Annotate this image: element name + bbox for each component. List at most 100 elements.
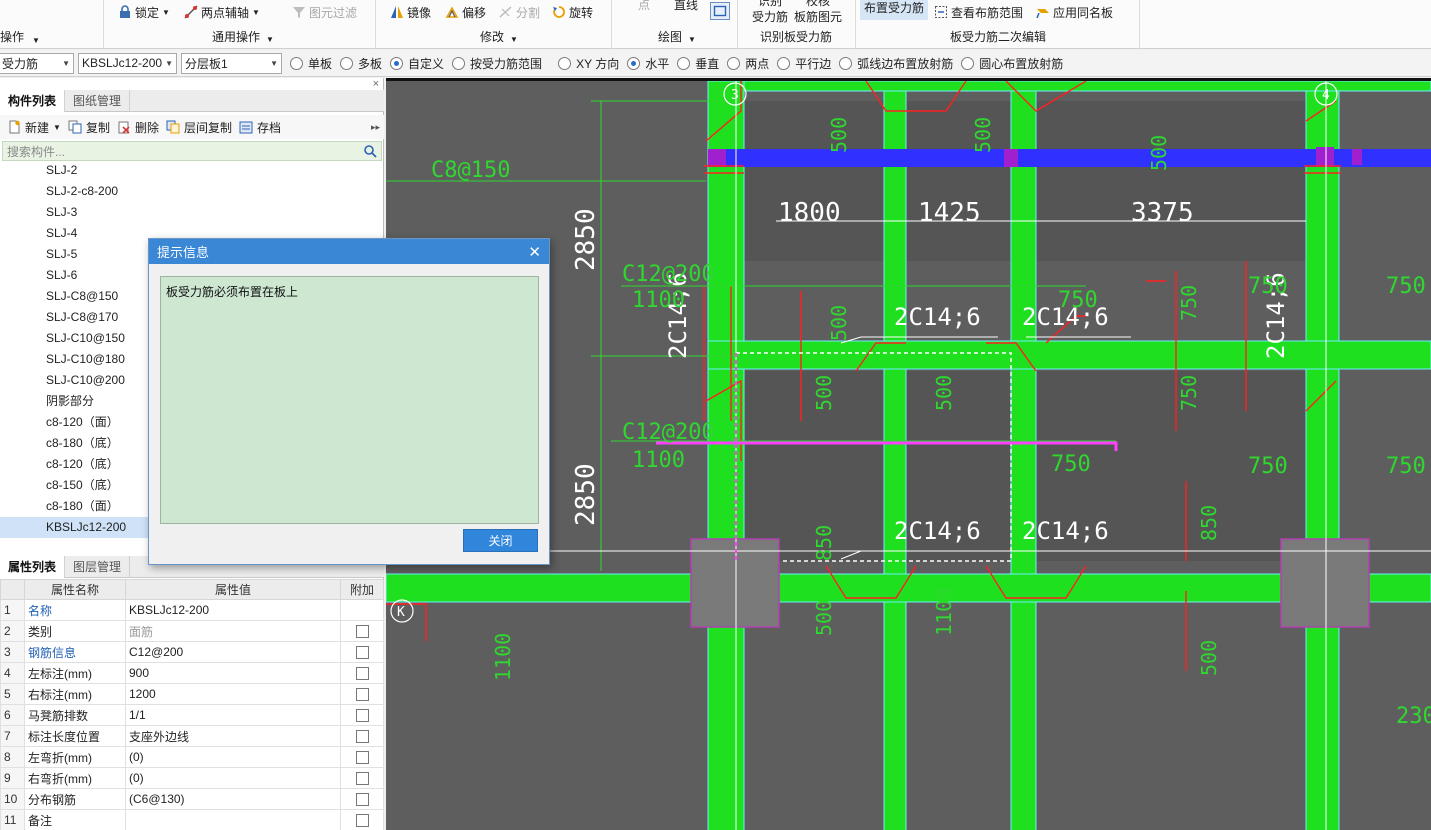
- dialog-close-button[interactable]: 关闭: [463, 529, 538, 552]
- prop-name: 左标注(mm): [24, 662, 126, 684]
- radio-circle[interactable]: [340, 56, 354, 70]
- extra-checkbox[interactable]: [355, 793, 369, 807]
- floor-copy-button[interactable]: 层间复制: [166, 119, 232, 136]
- radio-circle[interactable]: [452, 56, 466, 70]
- prop-value[interactable]: C12@200: [125, 641, 341, 663]
- ribbon-group-general: 锁定 ▼ 两点辅轴 ▼ 图元过滤 通用操作 ▼: [104, 0, 376, 49]
- identify-rebar-button[interactable]: 识别 受力筋: [752, 0, 788, 31]
- row-index: 5: [0, 683, 25, 705]
- split-button[interactable]: 分割: [499, 2, 540, 22]
- radio-circle[interactable]: [727, 56, 741, 70]
- prop-value[interactable]: 900: [125, 662, 341, 684]
- table-row[interactable]: 5 右标注(mm) 1200: [0, 683, 384, 705]
- prop-value[interactable]: 1/1: [125, 704, 341, 726]
- extra-checkbox[interactable]: [355, 709, 369, 723]
- radio-option[interactable]: 单板: [290, 55, 332, 72]
- radio-option[interactable]: 圆心布置放射筋: [961, 55, 1063, 72]
- draw-line-button[interactable]: 直线: [674, 0, 698, 14]
- prop-value[interactable]: [125, 809, 341, 830]
- props-table: 属性名称 属性值 附加 1 名称 KBSLJc12-200 2 类别 面筋 3 钢筋信息 C12…: [0, 579, 384, 830]
- mirror-button[interactable]: 镜像: [390, 2, 431, 22]
- prop-value[interactable]: KBSLJc12-200: [125, 599, 341, 621]
- prop-value[interactable]: (0): [125, 746, 341, 768]
- archive-button[interactable]: 存档: [239, 119, 281, 136]
- canvas-label: 750: [1386, 454, 1426, 479]
- radio-option[interactable]: 两点: [727, 55, 769, 72]
- extra-checkbox[interactable]: [355, 814, 369, 828]
- extra-checkbox[interactable]: [355, 646, 369, 660]
- draw-point-button[interactable]: 点: [638, 0, 650, 14]
- table-row[interactable]: 3 钢筋信息 C12@200: [0, 641, 384, 663]
- view-range-button[interactable]: 查看布筋范围: [934, 2, 1023, 22]
- radio-option[interactable]: 自定义: [390, 55, 444, 72]
- tab-props-list[interactable]: 属性列表: [0, 556, 66, 578]
- search-icon[interactable]: [363, 144, 377, 158]
- prop-value[interactable]: 支座外边线: [125, 725, 341, 747]
- radio-option[interactable]: 垂直: [677, 55, 719, 72]
- radio-circle[interactable]: [290, 56, 303, 70]
- table-row[interactable]: 8 左弯折(mm) (0): [0, 746, 384, 768]
- tree-item[interactable]: SLJ-2: [0, 160, 384, 181]
- rebar-type-combo[interactable]: 受力筋 ▼: [0, 52, 74, 74]
- layer-combo[interactable]: 分层板1 ▼: [181, 52, 282, 74]
- close-icon[interactable]: ✕: [528, 243, 541, 261]
- delete-button[interactable]: 删除: [117, 119, 159, 136]
- rotate-button[interactable]: 旋转: [552, 2, 593, 22]
- extra-checkbox[interactable]: [355, 751, 369, 765]
- radio-circle[interactable]: [839, 56, 853, 70]
- radio-option[interactable]: XY 方向: [558, 55, 619, 72]
- extra-checkbox[interactable]: [355, 772, 369, 786]
- extra-checkbox[interactable]: [355, 730, 369, 744]
- element-filter-button[interactable]: 图元过滤: [292, 2, 357, 22]
- tree-item[interactable]: SLJ-3: [0, 202, 384, 223]
- new-button[interactable]: 新建 ▼: [7, 119, 61, 136]
- check-rebar-button[interactable]: 校核 板筋图元: [794, 0, 842, 31]
- ribbon-identify-label: 识别板受力筋: [760, 30, 833, 44]
- ribbon: 操作 ▼ 锁定 ▼ 两点辅轴 ▼ 图元过滤 通用操作 ▼ 镜像 偏移 分割 旋转…: [0, 0, 1431, 49]
- radio-option[interactable]: 多板: [340, 55, 382, 72]
- row-index: 3: [0, 641, 25, 663]
- lock-button[interactable]: 锁定 ▼: [118, 2, 170, 22]
- search-input[interactable]: 搜索构件...: [2, 141, 382, 161]
- radio-circle[interactable]: [390, 56, 404, 70]
- extra-checkbox[interactable]: [355, 688, 369, 702]
- radio-circle[interactable]: [777, 56, 791, 70]
- apply-same-button[interactable]: 应用同名板: [1036, 2, 1113, 22]
- table-row[interactable]: 11 备注: [0, 809, 384, 830]
- prop-value[interactable]: (0): [125, 767, 341, 789]
- tab-layer-manage[interactable]: 图层管理: [65, 556, 131, 578]
- extra-checkbox[interactable]: [355, 625, 369, 639]
- radio-option[interactable]: 平行边: [777, 55, 831, 72]
- tree-item[interactable]: SLJ-2-c8-200: [0, 181, 384, 202]
- copy-button[interactable]: 复制: [68, 119, 110, 136]
- table-row[interactable]: 4 左标注(mm) 900: [0, 662, 384, 684]
- tab-drawing-manage[interactable]: 图纸管理: [65, 90, 131, 112]
- radio-circle[interactable]: [627, 56, 641, 70]
- table-row[interactable]: 2 类别 面筋: [0, 620, 384, 642]
- tab-component-list[interactable]: 构件列表: [0, 90, 66, 112]
- prop-extra: [340, 746, 384, 768]
- table-row[interactable]: 10 分布钢筋 (C6@130): [0, 788, 384, 810]
- extra-checkbox[interactable]: [355, 667, 369, 681]
- panel-close-icon[interactable]: ×: [373, 78, 379, 90]
- more-icon[interactable]: ▸▸: [371, 122, 380, 133]
- draw-rect-button[interactable]: [710, 2, 730, 20]
- radio-circle[interactable]: [677, 56, 691, 70]
- component-combo[interactable]: KBSLJc12-200 ▼: [78, 52, 177, 74]
- radio-option[interactable]: 弧线边布置放射筋: [839, 55, 953, 72]
- radio-option[interactable]: 水平: [627, 55, 669, 72]
- table-row[interactable]: 9 右弯折(mm) (0): [0, 767, 384, 789]
- table-row[interactable]: 7 标注长度位置 支座外边线: [0, 725, 384, 747]
- radio-option[interactable]: 按受力筋范围: [452, 55, 542, 72]
- table-row[interactable]: 6 马凳筋排数 1/1: [0, 704, 384, 726]
- two-point-axis-button[interactable]: 两点辅轴 ▼: [184, 2, 260, 22]
- prop-value[interactable]: 面筋: [125, 620, 341, 642]
- radio-circle[interactable]: [961, 56, 975, 70]
- radio-circle[interactable]: [558, 56, 572, 70]
- offset-button[interactable]: 偏移: [445, 2, 486, 22]
- table-row[interactable]: 1 名称 KBSLJc12-200: [0, 599, 384, 621]
- place-rebar-button[interactable]: 布置受力筋: [860, 0, 929, 20]
- prop-value[interactable]: (C6@130): [125, 788, 341, 810]
- prop-value[interactable]: 1200: [125, 683, 341, 705]
- radio-label: 垂直: [695, 56, 720, 71]
